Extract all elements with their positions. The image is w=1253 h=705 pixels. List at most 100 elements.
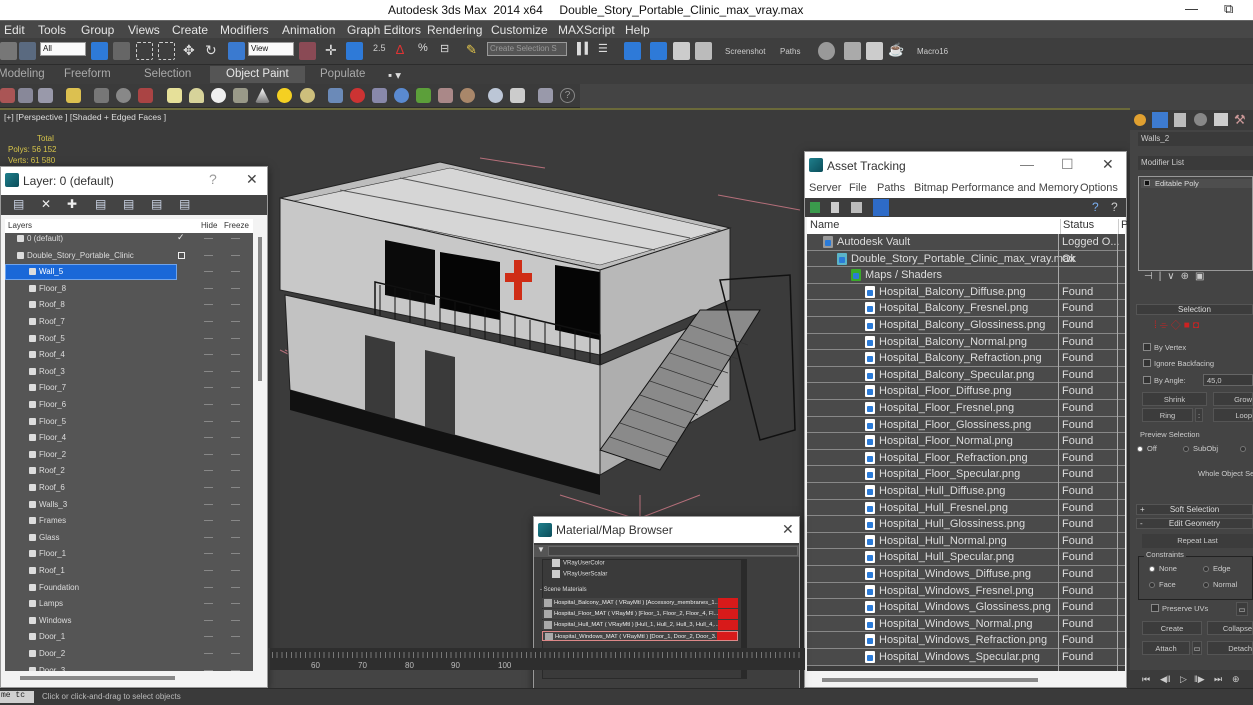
hide-toggle[interactable]: [204, 271, 213, 273]
freeze-toggle[interactable]: [231, 570, 240, 571]
stack-tools[interactable]: ⊣|∨⊕▣: [1144, 271, 1210, 282]
attach-button[interactable]: Attach: [1142, 641, 1190, 655]
shrink-button[interactable]: Shrink: [1142, 392, 1207, 406]
list-view-icon[interactable]: [831, 202, 839, 213]
hide-toggle[interactable]: [204, 404, 213, 405]
freeze-toggle[interactable]: [231, 520, 240, 522]
asset-row[interactable]: Hospital_Hull_Fresnel.png Found: [807, 499, 1125, 517]
close-button[interactable]: ✕: [246, 171, 258, 188]
freeze-toggle[interactable]: [231, 553, 240, 555]
tab-populate[interactable]: Populate: [320, 68, 365, 80]
hide-toggle[interactable]: [204, 304, 213, 306]
menu-graph-editors[interactable]: Graph Editors: [347, 23, 421, 37]
snap-toggle-icon[interactable]: 2.5: [373, 43, 386, 53]
select-manipulate-icon[interactable]: ✛: [325, 42, 342, 60]
freeze-toggle[interactable]: [231, 404, 240, 405]
by-angle-checkbox[interactable]: [1143, 376, 1151, 384]
hf-icon[interactable]: [438, 88, 453, 103]
hide-toggle[interactable]: [204, 653, 213, 654]
menu-maxscript[interactable]: MAXScript: [558, 23, 615, 37]
menu-modifiers[interactable]: Modifiers: [220, 23, 269, 37]
table-view-icon[interactable]: [873, 199, 889, 216]
layer-horizontal-scrollbar[interactable]: [5, 672, 253, 684]
freeze-toggle[interactable]: [231, 653, 240, 654]
constraint-face-radio[interactable]: [1149, 582, 1155, 588]
rotate-icon[interactable]: ↻: [205, 42, 222, 60]
render-setup-icon[interactable]: [844, 42, 861, 60]
hide-toggle[interactable]: [204, 487, 213, 488]
create-tab-icon[interactable]: [1134, 114, 1146, 126]
edit-geometry-rollout[interactable]: - Edit Geometry: [1136, 518, 1253, 529]
attach-settings-button[interactable]: ▭: [1192, 641, 1202, 655]
col-name[interactable]: Name: [810, 219, 839, 231]
go-to-start-icon[interactable]: ⏮: [1142, 674, 1150, 685]
previous-frame-icon[interactable]: ◀‖: [1160, 674, 1171, 685]
help-icon[interactable]: ?: [1092, 200, 1099, 214]
hide-toggle[interactable]: [204, 619, 213, 621]
hide-toggle[interactable]: [204, 503, 213, 505]
col-hide[interactable]: Hide: [201, 221, 217, 230]
hide-toggle[interactable]: [204, 586, 213, 588]
asset-row[interactable]: Hospital_Hull_Specular.png Found: [807, 549, 1125, 566]
keyboard-shortcut-override-icon[interactable]: [346, 42, 363, 60]
tab-modeling[interactable]: Modeling: [0, 68, 45, 80]
list-icon[interactable]: [18, 88, 33, 103]
layer-row[interactable]: Lamps: [5, 596, 253, 613]
cone-icon[interactable]: [255, 88, 270, 103]
motion-tab-icon[interactable]: [1194, 113, 1207, 126]
bind-space-warp-icon[interactable]: [19, 42, 36, 60]
material-item-selected[interactable]: Hospital_Windows_MAT ( VRayMtl ) [Door_1…: [542, 631, 738, 641]
map-item[interactable]: VRayUserColor: [552, 559, 605, 567]
paths-button[interactable]: Paths: [780, 47, 800, 56]
hide-layers-icon[interactable]: ▤: [151, 197, 162, 211]
hide-toggle[interactable]: [204, 254, 213, 256]
teapot-icon[interactable]: [233, 88, 248, 103]
asset-horizontal-scrollbar[interactable]: [807, 673, 1125, 686]
col-layers[interactable]: Layers: [8, 221, 32, 230]
freeze-toggle[interactable]: [231, 619, 240, 621]
repeat-last-button[interactable]: Repeat Last: [1142, 534, 1253, 548]
freeze-toggle[interactable]: [231, 669, 240, 671]
hide-toggle[interactable]: [204, 536, 213, 538]
render-teapot-icon[interactable]: ☕: [888, 42, 905, 60]
layer-row[interactable]: Floor_5: [5, 414, 253, 431]
collapse-button[interactable]: Collapse: [1207, 621, 1253, 635]
freeze-toggle[interactable]: [231, 437, 240, 439]
layer-row[interactable]: Roof_5: [5, 331, 253, 348]
clipboard-icon[interactable]: [538, 88, 553, 103]
freeze-toggle[interactable]: [231, 337, 240, 339]
edit-named-selection-icon[interactable]: ✎: [466, 42, 483, 60]
constraint-none-radio[interactable]: [1149, 566, 1155, 572]
selection-rollout[interactable]: Selection: [1136, 304, 1253, 315]
asset-row[interactable]: Double_Story_Portable_Clinic_max_vray.ma…: [807, 250, 1125, 268]
layer-row[interactable]: 0 (default) ✓: [5, 233, 253, 248]
ring-spinner[interactable]: :: [1195, 408, 1203, 422]
rectangle-selection-icon[interactable]: [136, 42, 153, 60]
rendered-frame-window-icon[interactable]: [866, 42, 883, 60]
menu-paths[interactable]: Paths: [877, 182, 905, 194]
layer-row[interactable]: Floor_8: [5, 281, 253, 298]
close-button[interactable]: ✕: [782, 521, 794, 538]
material-search-input[interactable]: ▼: [534, 545, 799, 557]
col-status[interactable]: Status: [1060, 219, 1094, 234]
asset-row[interactable]: Hospital_Hull_Glossiness.png Found: [807, 516, 1125, 533]
column-divider[interactable]: [1117, 234, 1118, 671]
col-freeze[interactable]: Freeze: [224, 221, 249, 230]
sun-icon[interactable]: [277, 88, 292, 103]
material-item[interactable]: Hospital_Hull_MAT ( VRayMtl ) [Hull_1, H…: [542, 620, 738, 630]
create-button[interactable]: Create: [1142, 621, 1202, 635]
key-mode-icon[interactable]: ⊕: [1232, 674, 1240, 685]
curve-editor-icon[interactable]: [673, 42, 690, 60]
freeze-toggle[interactable]: [231, 354, 240, 356]
asset-row[interactable]: Hospital_Floor_Specular.png Found: [807, 466, 1125, 483]
select-object-icon[interactable]: [91, 42, 108, 60]
maxscript-listener-label[interactable]: me tc: [0, 691, 34, 703]
menu-edit[interactable]: Edit: [4, 23, 25, 37]
preserve-uvs-settings-button[interactable]: ▭: [1236, 602, 1248, 616]
asset-row[interactable]: Hospital_Windows_Refraction.png Found: [807, 632, 1125, 649]
hide-toggle[interactable]: [204, 553, 213, 555]
spinner-snap-icon[interactable]: ⊟: [440, 42, 457, 60]
freeze-toggle[interactable]: [231, 420, 240, 422]
layer-vertical-scrollbar[interactable]: [256, 233, 264, 671]
table-icon[interactable]: [38, 88, 53, 103]
